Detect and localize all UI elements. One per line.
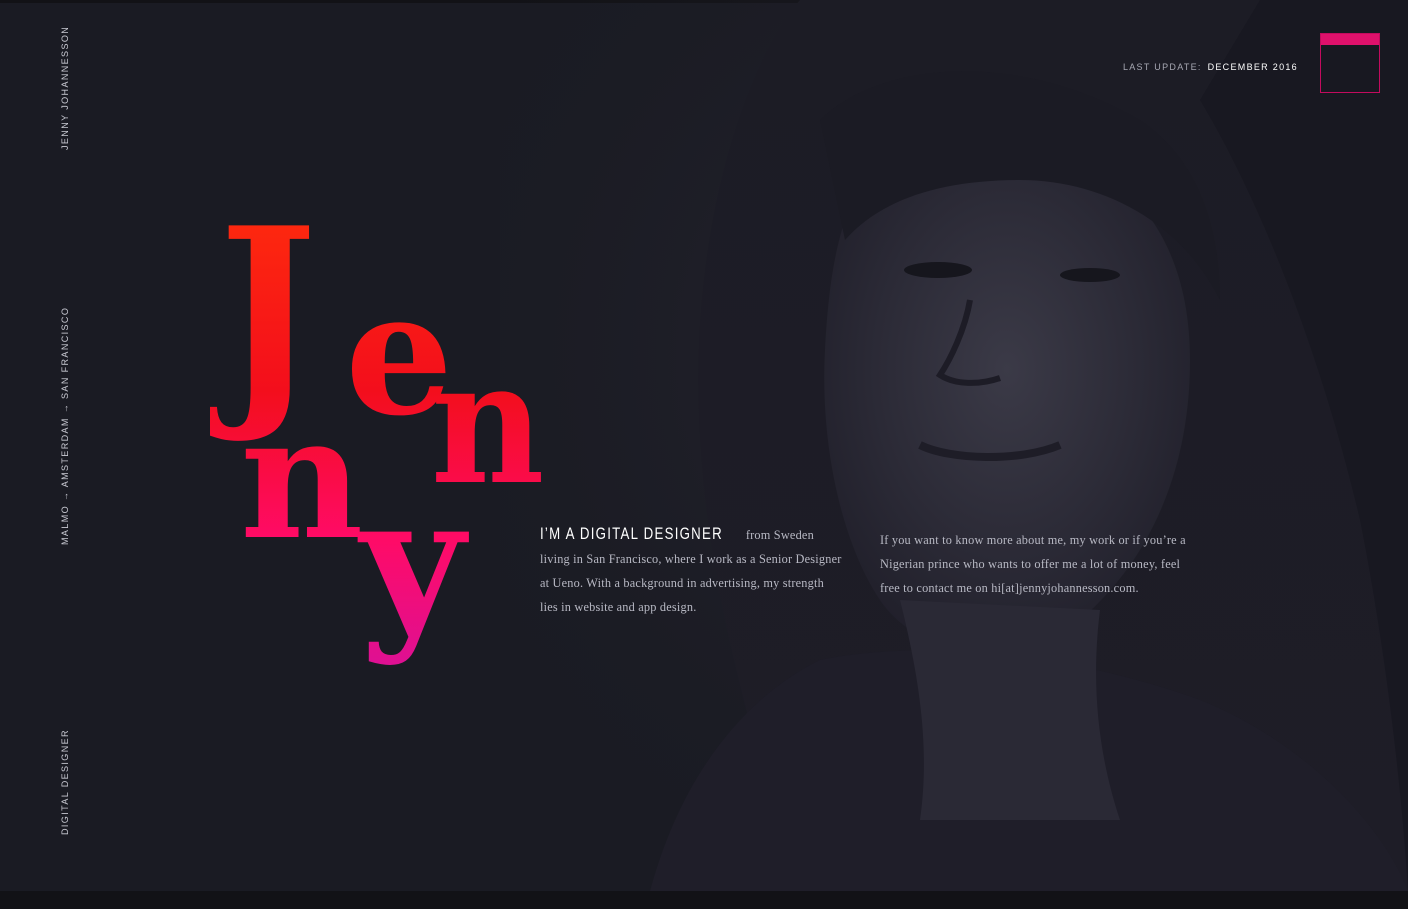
sidebar-name: Jenny Johannesson xyxy=(60,25,70,150)
hero-letter-n2: n xyxy=(240,378,364,578)
last-update-label: Last update: xyxy=(1122,62,1202,72)
page: Jenny Johannesson Malmo → Amsterdam → Sa… xyxy=(0,0,1408,909)
sidebar-route: Malmo → Amsterdam → San Francisco xyxy=(60,306,70,545)
intro-headline: I’m a digital designer xyxy=(540,524,723,543)
intro-paragraph: I’m a digital designer from Sweden livin… xyxy=(540,522,842,619)
bottom-border xyxy=(0,891,1408,909)
sidebar-role: Digital Designer xyxy=(60,729,70,835)
contact-paragraph: If you want to know more about me, my wo… xyxy=(880,533,1186,595)
hero-name: J e n n y xyxy=(210,195,545,668)
last-update: Last update: December 2016 xyxy=(1123,62,1298,72)
last-update-value: December 2016 xyxy=(1207,62,1298,72)
menu-box-bar xyxy=(1321,34,1379,45)
menu-box-icon[interactable] xyxy=(1320,33,1380,93)
hero-letter-y: y xyxy=(357,457,469,668)
portrait-photo xyxy=(500,0,1408,891)
